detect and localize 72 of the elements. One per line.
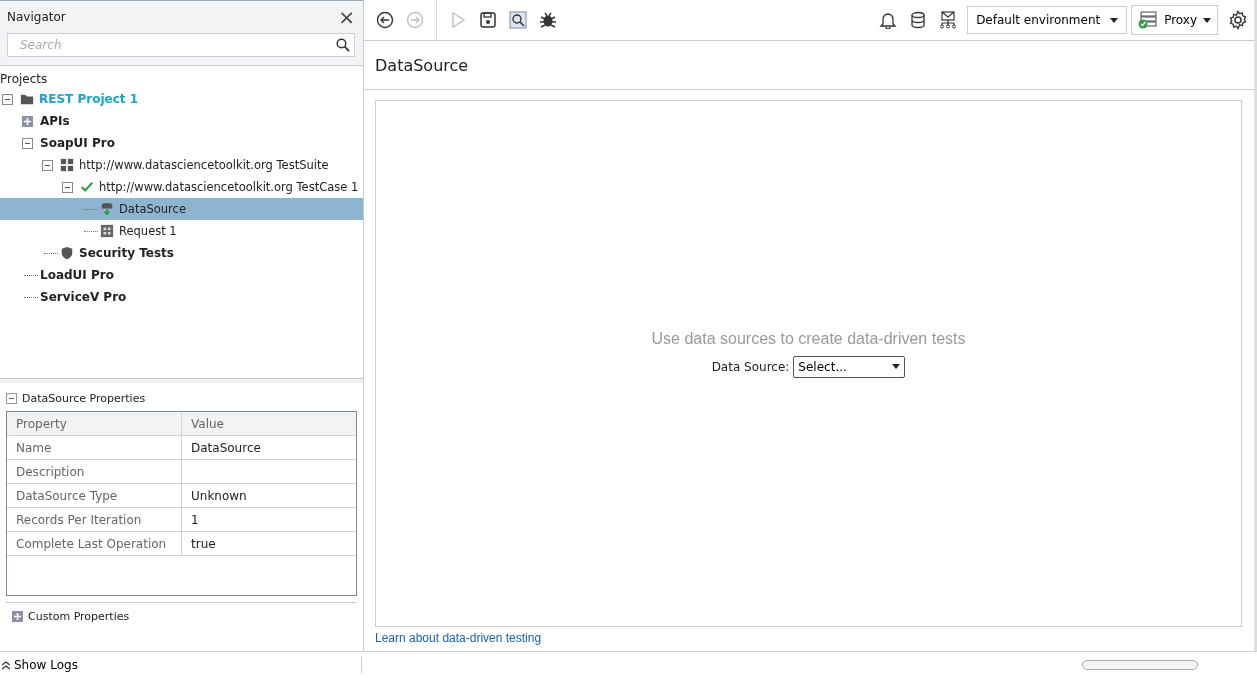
collapse-icon[interactable] bbox=[2, 93, 13, 105]
section-title: DataSource Properties bbox=[22, 391, 146, 405]
table-cell: Records Per Iteration bbox=[7, 507, 182, 532]
save-button[interactable] bbox=[479, 11, 497, 29]
environment-dropdown[interactable]: Default environment bbox=[967, 6, 1128, 34]
collapse-icon[interactable] bbox=[62, 181, 73, 193]
editor-title: DataSource bbox=[364, 41, 1254, 90]
tree-item[interactable]: http://www.datasciencetoolkit.org TestCase 1 bbox=[0, 176, 363, 198]
section-title: Custom Properties bbox=[28, 609, 130, 623]
caret-icon bbox=[1110, 17, 1119, 23]
search-input[interactable]: Search bbox=[18, 37, 336, 53]
database-button[interactable] bbox=[909, 11, 928, 29]
tree-item-label: http://www.datasciencetoolkit.org TestCase 1 bbox=[99, 180, 359, 194]
bell-button[interactable] bbox=[879, 11, 898, 29]
tree-item[interactable]: Security Tests bbox=[0, 242, 363, 264]
double-chevron-up-icon bbox=[2, 660, 10, 670]
tree-item[interactable]: LoadUI Pro bbox=[0, 264, 363, 286]
settings-icon[interactable] bbox=[1228, 10, 1248, 30]
proxy-button[interactable]: Proxy bbox=[1131, 5, 1218, 35]
column-header: Value bbox=[181, 412, 356, 436]
table-cell: true bbox=[181, 531, 356, 556]
panel-title: Navigator bbox=[7, 10, 66, 24]
back-button[interactable] bbox=[376, 11, 394, 29]
search-field[interactable]: Search bbox=[7, 33, 355, 57]
tree-heading: Projects bbox=[0, 71, 49, 88]
grid-icon bbox=[60, 158, 74, 172]
network-button[interactable] bbox=[939, 11, 958, 29]
show-logs-button[interactable]: Show Logs bbox=[2, 657, 362, 673]
collapse-icon[interactable] bbox=[22, 137, 33, 149]
bug-button[interactable] bbox=[539, 11, 557, 29]
table-cell: Description bbox=[7, 459, 182, 484]
data-source-dropdown[interactable]: Select... bbox=[793, 355, 906, 378]
collapse-icon[interactable] bbox=[6, 392, 17, 404]
caret-icon bbox=[1203, 17, 1211, 23]
help-link[interactable]: Learn about data-driven testing bbox=[364, 627, 553, 651]
table-cell: Name bbox=[7, 435, 182, 460]
expand-icon[interactable] bbox=[22, 115, 33, 127]
tree-item-label: REST Project 1 bbox=[39, 92, 139, 106]
table-cell: DataSource bbox=[181, 435, 356, 460]
collapse-icon[interactable] bbox=[42, 159, 53, 171]
field-label: Data Source: bbox=[711, 359, 790, 374]
tree-item-label: DataSource bbox=[119, 202, 186, 216]
database-arrow-icon bbox=[100, 202, 114, 216]
tree-item[interactable]: SoapUI Pro bbox=[0, 132, 363, 154]
tree-item-label: LoadUI Pro bbox=[40, 268, 114, 282]
table-cell: DataSource Type bbox=[7, 483, 182, 508]
check-icon bbox=[80, 180, 94, 194]
server-check-icon bbox=[1138, 11, 1159, 29]
table-cell: 1 bbox=[181, 507, 356, 532]
tree-item-label: SoapUI Pro bbox=[40, 136, 115, 150]
tree-item[interactable]: Request 1 bbox=[0, 220, 363, 242]
tree-item-label: Security Tests bbox=[79, 246, 174, 260]
tree-item-label: APIs bbox=[40, 114, 70, 128]
folder-icon bbox=[20, 92, 34, 106]
tree-item[interactable]: http://www.datasciencetoolkit.org TestSuite bbox=[0, 154, 363, 176]
table-cell: Unknown bbox=[181, 483, 356, 508]
tree-item[interactable]: DataSource bbox=[0, 198, 363, 220]
tree-item-label: Request 1 bbox=[119, 224, 177, 238]
table-cell: Complete Last Operation bbox=[7, 531, 182, 556]
rest-icon bbox=[100, 224, 114, 238]
close-button[interactable]: × bbox=[338, 9, 355, 25]
column-header: Property bbox=[7, 412, 182, 436]
tree-item-label: http://www.datasciencetoolkit.org TestSuite bbox=[79, 158, 329, 172]
tree-item-label: ServiceV Pro bbox=[40, 290, 127, 304]
empty-hint: Use data sources to create data-driven tests bbox=[651, 329, 966, 348]
scrollbar-thumb[interactable] bbox=[1082, 660, 1198, 670]
shield-icon bbox=[60, 246, 74, 260]
caret-icon bbox=[892, 364, 901, 369]
tree-item[interactable]: APIs bbox=[0, 110, 363, 132]
expand-icon[interactable] bbox=[12, 610, 23, 622]
tree-item[interactable]: ServiceV Pro bbox=[0, 286, 363, 308]
search-icon bbox=[336, 38, 350, 52]
